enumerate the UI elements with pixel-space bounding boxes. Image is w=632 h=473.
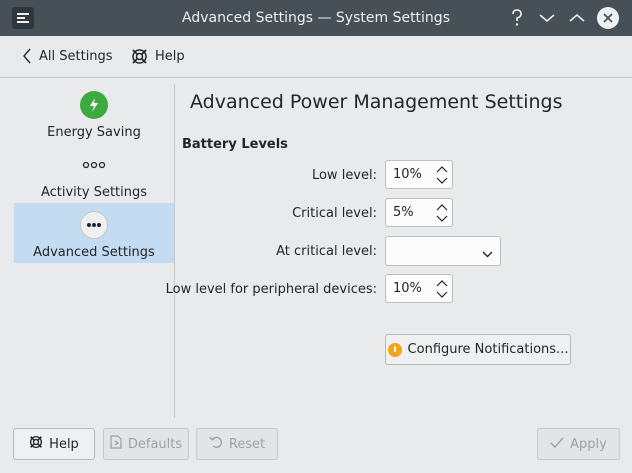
sidebar: Energy Saving Activity Settings Advanced… bbox=[14, 82, 174, 418]
spin-arrows-icon[interactable] bbox=[436, 164, 448, 186]
more-dots-icon bbox=[80, 211, 108, 239]
sidebar-item-energy-saving[interactable]: Energy Saving bbox=[14, 83, 174, 143]
lightning-icon bbox=[80, 91, 108, 119]
sidebar-divider bbox=[174, 84, 175, 418]
section-title: Battery Levels bbox=[182, 137, 288, 152]
defaults-button[interactable]: Defaults bbox=[103, 428, 189, 460]
help-nav-button[interactable]: Help bbox=[131, 48, 185, 65]
configure-notifications-button[interactable]: Configure Notifications... bbox=[385, 334, 571, 365]
low-level-label: Low level: bbox=[311, 168, 377, 183]
critical-level-label: Critical level: bbox=[292, 206, 377, 221]
reset-button[interactable]: Reset bbox=[196, 428, 278, 460]
peripheral-low-level-label: Low level for peripheral devices: bbox=[165, 282, 377, 297]
sidebar-item-label: Energy Saving bbox=[47, 125, 141, 140]
maximize-icon[interactable] bbox=[565, 6, 589, 30]
activity-dots-icon bbox=[80, 151, 108, 179]
warning-icon bbox=[387, 342, 402, 357]
lifebuoy-icon bbox=[131, 48, 148, 65]
document-defaults-icon bbox=[110, 435, 122, 453]
back-arrow-icon bbox=[22, 48, 32, 64]
help-icon[interactable] bbox=[505, 6, 529, 30]
all-settings-button[interactable]: All Settings bbox=[22, 48, 113, 64]
page-title: Advanced Power Management Settings bbox=[190, 91, 563, 113]
all-settings-label: All Settings bbox=[39, 48, 113, 64]
sidebar-item-activity-settings[interactable]: Activity Settings bbox=[14, 143, 174, 203]
sidebar-item-label: Advanced Settings bbox=[33, 245, 155, 260]
critical-level-value: 5% bbox=[393, 205, 414, 220]
spin-arrows-icon[interactable] bbox=[436, 202, 448, 224]
apply-button[interactable]: Apply bbox=[537, 428, 620, 460]
defaults-button-label: Defaults bbox=[127, 436, 183, 452]
undo-icon bbox=[209, 435, 223, 453]
help-nav-label: Help bbox=[155, 49, 185, 64]
lifebuoy-icon bbox=[29, 435, 43, 453]
peripheral-low-level-value: 10% bbox=[393, 281, 422, 296]
sidebar-item-advanced-settings[interactable]: Advanced Settings bbox=[14, 203, 174, 263]
peripheral-low-level-spinbox[interactable]: 10% bbox=[385, 274, 453, 303]
minimize-icon[interactable] bbox=[535, 6, 559, 30]
checkmark-icon bbox=[550, 437, 564, 452]
close-icon[interactable] bbox=[597, 7, 619, 29]
at-critical-level-dropdown[interactable] bbox=[385, 236, 501, 266]
low-level-spinbox[interactable]: 10% bbox=[385, 160, 453, 189]
spin-arrows-icon[interactable] bbox=[436, 278, 448, 300]
at-critical-level-label: At critical level: bbox=[276, 244, 377, 259]
help-button-label: Help bbox=[49, 436, 79, 452]
chevron-down-icon bbox=[482, 247, 493, 262]
reset-button-label: Reset bbox=[228, 436, 266, 452]
configure-notifications-label: Configure Notifications... bbox=[407, 342, 569, 357]
help-button[interactable]: Help bbox=[13, 428, 95, 460]
title-bar: Advanced Settings — System Settings bbox=[0, 0, 632, 36]
critical-level-spinbox[interactable]: 5% bbox=[385, 198, 453, 227]
low-level-value: 10% bbox=[393, 167, 422, 182]
sidebar-item-label: Activity Settings bbox=[40, 185, 148, 200]
top-navigation: All Settings Help bbox=[0, 36, 632, 78]
apply-button-label: Apply bbox=[570, 436, 607, 452]
